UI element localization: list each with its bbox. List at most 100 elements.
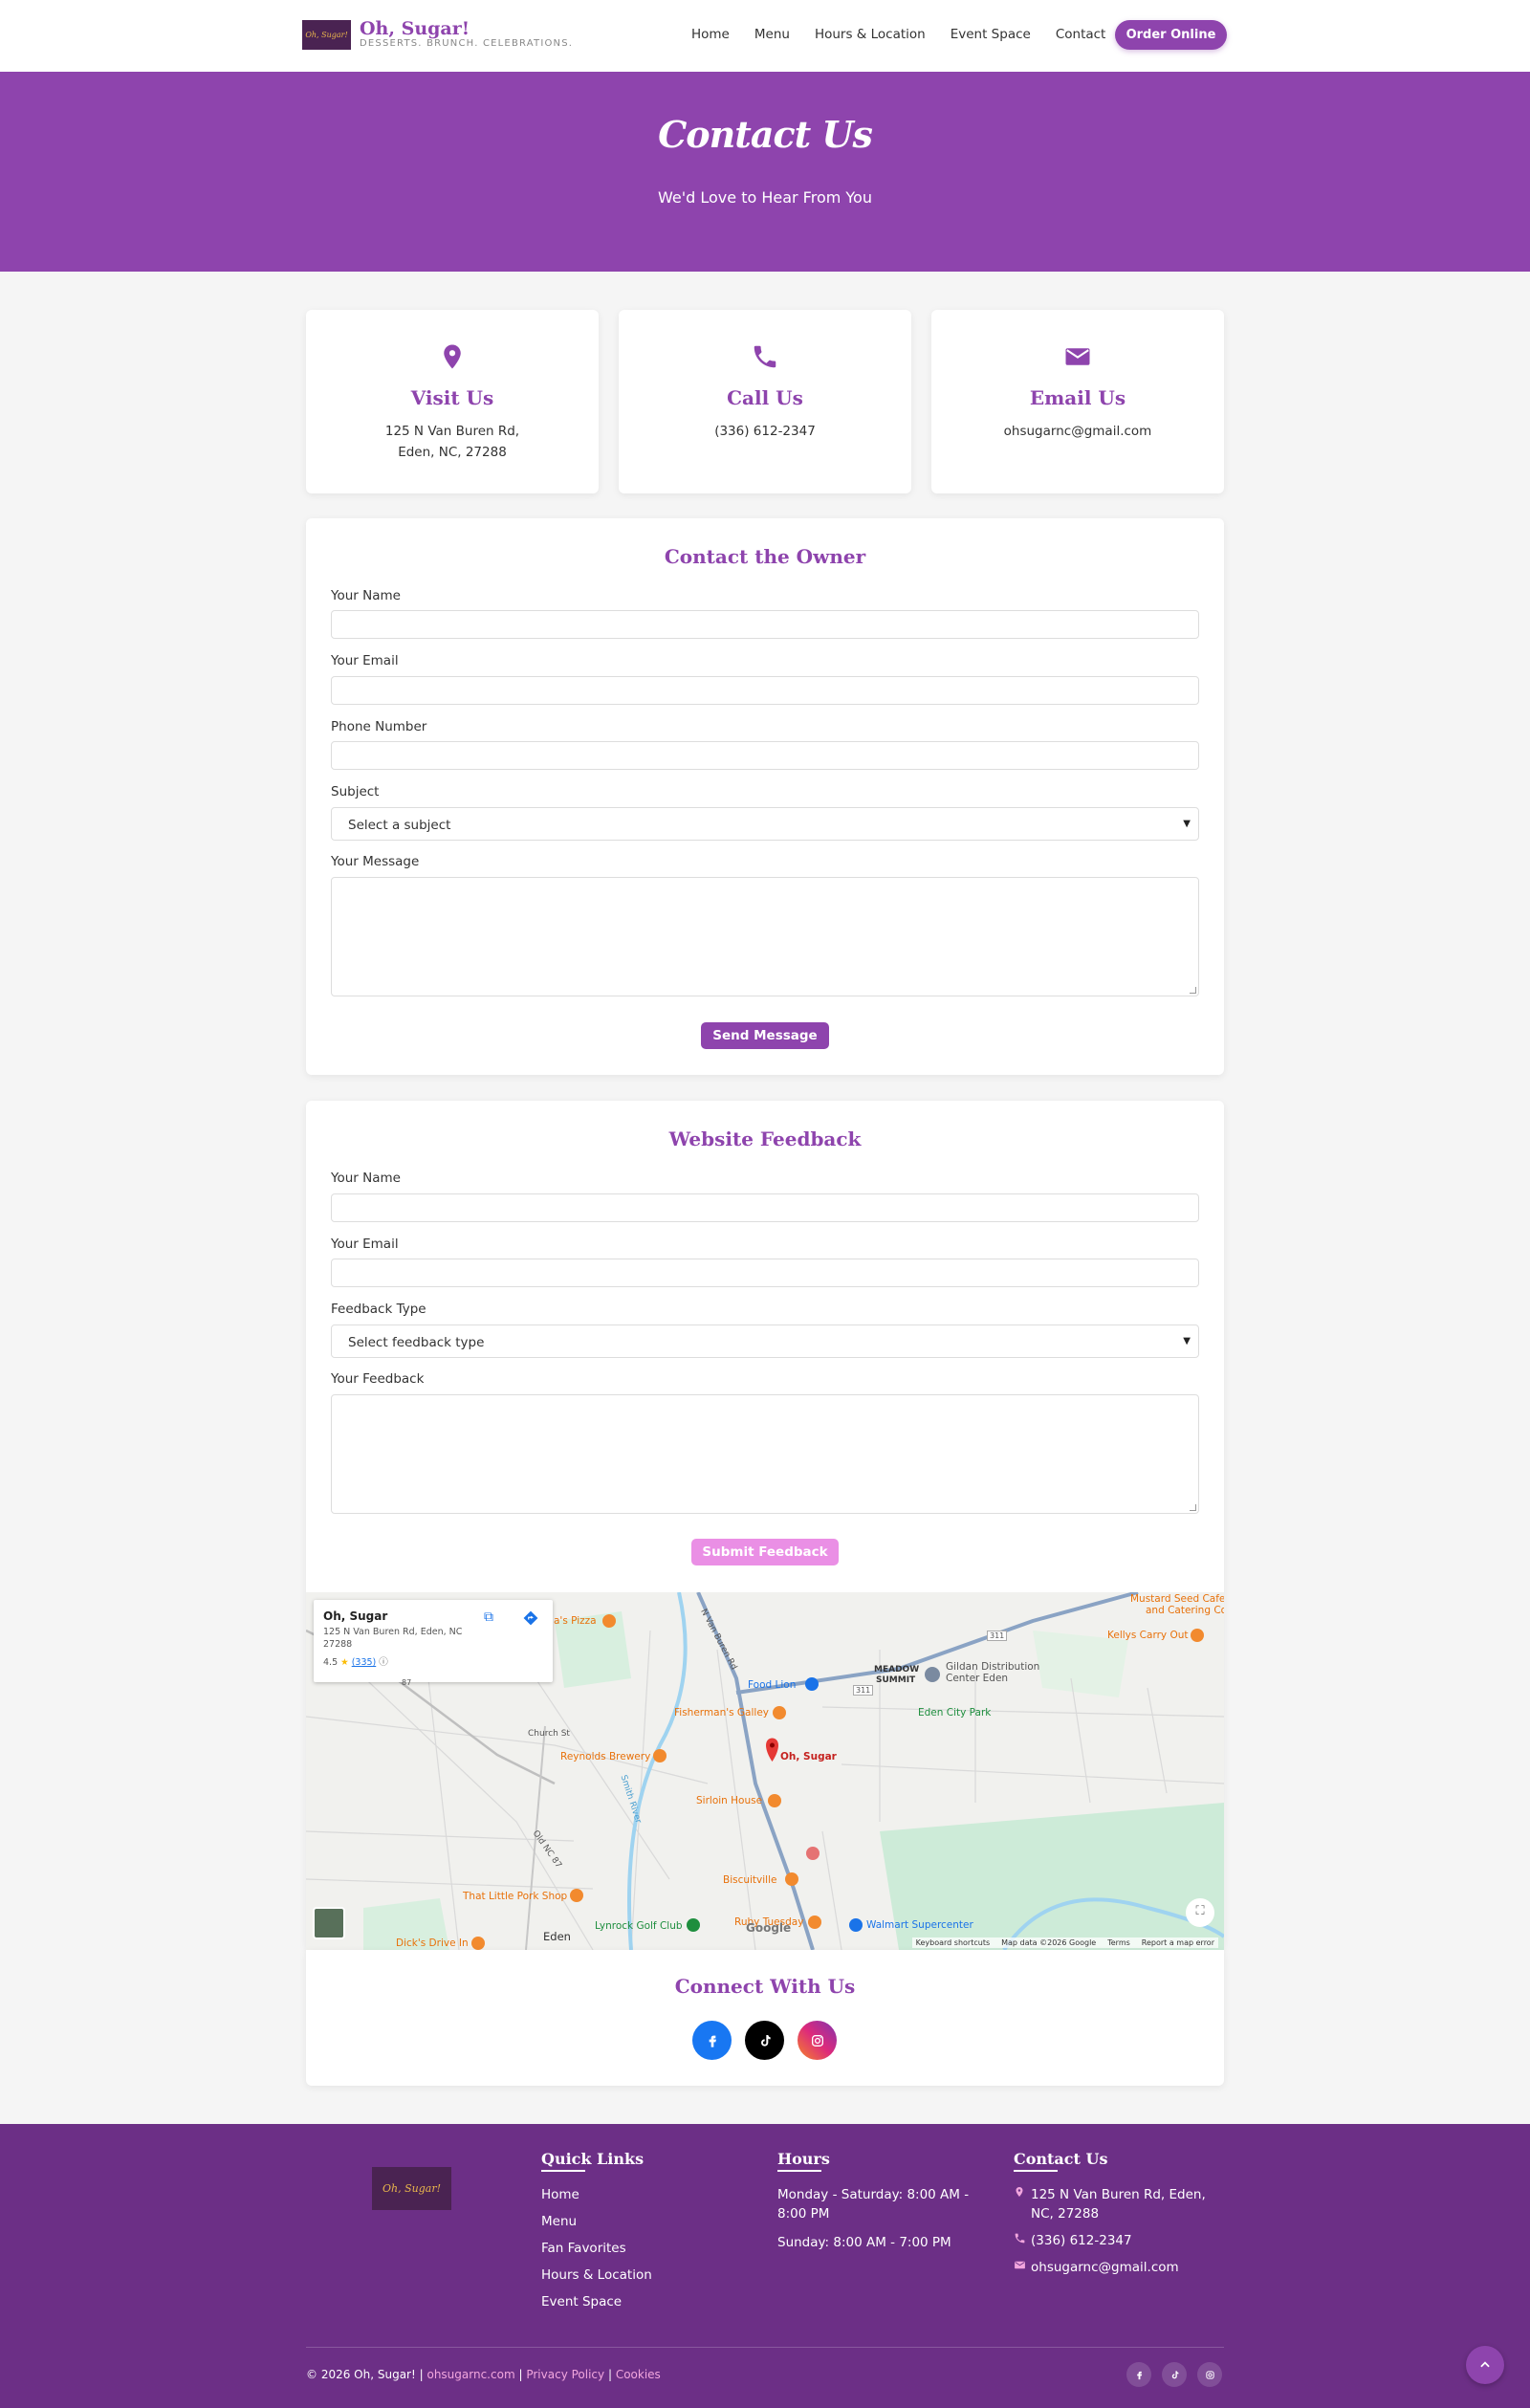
cookies-link[interactable]: Cookies: [616, 2368, 661, 2381]
footer-logo[interactable]: Oh, Sugar!: [372, 2167, 451, 2210]
email-us-title: Email Us: [1029, 386, 1126, 409]
footer-instagram-icon[interactable]: [1197, 2362, 1222, 2387]
route-shield-311: 311: [853, 1685, 874, 1696]
nav-hours-location[interactable]: Hours & Location: [815, 27, 926, 42]
open-in-maps-icon[interactable]: ⧉: [484, 1609, 503, 1629]
nav-home[interactable]: Home: [691, 27, 730, 42]
footer-link-home[interactable]: Home: [541, 2185, 652, 2204]
email-input[interactable]: [331, 676, 1199, 705]
fullscreen-icon[interactable]: ⛶: [1191, 1904, 1209, 1921]
back-to-top-button[interactable]: [1466, 2346, 1504, 2384]
call-us-phone[interactable]: (336) 612-2347: [714, 424, 816, 439]
privacy-policy-link[interactable]: Privacy Policy: [526, 2368, 604, 2381]
tiktok-icon[interactable]: [745, 2021, 784, 2060]
report-map-error-link[interactable]: Report a map error: [1142, 1938, 1214, 1947]
nav-event-space[interactable]: Event Space: [951, 27, 1031, 42]
place-name: Oh, Sugar: [323, 1609, 388, 1623]
hours-title: Hours: [777, 2150, 988, 2172]
map-label-walmart-supercenter[interactable]: Walmart Supercenter: [866, 1919, 973, 1931]
subject-label: Subject: [331, 784, 380, 799]
brand-name: Oh, Sugar!: [360, 18, 470, 39]
subject-select[interactable]: Select a subject ▼: [331, 807, 1199, 841]
message-label: Your Message: [331, 854, 420, 869]
terms-link[interactable]: Terms: [1107, 1938, 1130, 1947]
map-label-biscuitville[interactable]: Biscuitville: [723, 1874, 776, 1886]
send-message-button[interactable]: Send Message: [701, 1022, 829, 1049]
keyboard-shortcuts-link[interactable]: Keyboard shortcuts: [916, 1938, 990, 1947]
map-pin-label[interactable]: Oh, Sugar: [780, 1751, 837, 1762]
phone-input[interactable]: [331, 741, 1199, 770]
instagram-icon[interactable]: [798, 2021, 837, 2060]
info-icon[interactable]: ⓘ: [379, 1657, 388, 1668]
map-label-lynrock-golf-club[interactable]: Lynrock Golf Club: [595, 1920, 683, 1932]
map-label-sirloin-house[interactable]: Sirloin House: [696, 1795, 762, 1806]
google-map[interactable]: Oh, Sugar 125 N Van Buren Rd, Eden, NC 2…: [306, 1592, 1224, 1950]
route-shield-87: 87: [402, 1678, 412, 1687]
nav-menu[interactable]: Menu: [754, 27, 790, 42]
map-label-gildan[interactable]: Gildan Distribution: [946, 1661, 1039, 1673]
map-label-gildan-2: Center Eden: [946, 1673, 1009, 1684]
call-us-title: Call Us: [727, 386, 803, 409]
hero-banner: Contact Us We'd Love to Hear From You: [0, 72, 1530, 272]
review-count-link[interactable]: (335): [352, 1657, 377, 1668]
footer-phone[interactable]: (336) 612-2347: [1031, 2231, 1132, 2250]
map-label-pizza[interactable]: a's Pizza: [554, 1615, 597, 1627]
submit-feedback-button[interactable]: Submit Feedback: [691, 1539, 839, 1565]
nav-contact[interactable]: Contact: [1056, 27, 1106, 42]
map-label-meadow: MEADOW: [874, 1665, 920, 1675]
map-label-mustard-seed[interactable]: Mustard Seed Cafe: [1130, 1593, 1224, 1605]
page-subtitle: We'd Love to Hear From You: [658, 188, 872, 207]
chevron-down-icon: ▼: [1183, 819, 1191, 829]
footer-contact: Contact Us 125 N Van Buren Rd, Eden, NC,…: [1014, 2150, 1229, 2277]
feedback-textarea[interactable]: [331, 1394, 1199, 1514]
footer-tiktok-icon[interactable]: [1162, 2362, 1187, 2387]
footer-link-fan-favorites[interactable]: Fan Favorites: [541, 2239, 652, 2258]
connect-title: Connect With Us: [674, 1975, 856, 1998]
footer-email[interactable]: ohsugarnc@gmail.com: [1031, 2258, 1179, 2277]
map-label-food-lion[interactable]: Food Lion: [748, 1679, 796, 1691]
site-footer: Oh, Sugar! Quick Links Home Menu Fan Fav…: [0, 2124, 1530, 2408]
brand[interactable]: Oh, Sugar! Oh, Sugar! DESSERTS. BRUNCH. …: [302, 19, 573, 50]
map-type-toggle[interactable]: [314, 1908, 344, 1938]
facebook-icon[interactable]: [692, 2021, 732, 2060]
map-label-kellys-carry-out[interactable]: Kellys Carry Out: [1107, 1630, 1188, 1641]
separator: |: [607, 2368, 612, 2381]
email-us-address[interactable]: ohsugarnc@gmail.com: [1004, 424, 1152, 439]
location-pin-icon: [766, 1738, 778, 1762]
visit-us-card: Visit Us 125 N Van Buren Rd, Eden, NC, 27…: [306, 310, 599, 493]
envelope-icon: [1014, 2258, 1031, 2277]
footer-link-menu[interactable]: Menu: [541, 2212, 652, 2231]
order-online-button[interactable]: Order Online: [1115, 20, 1227, 50]
email-us-card: Email Us ohsugarnc@gmail.com: [931, 310, 1224, 493]
map-data-text: Map data ©2026 Google: [1001, 1938, 1097, 1947]
map-label-fishermans-galley[interactable]: Fisherman's Galley: [674, 1707, 769, 1718]
route-shield-311-b: 311: [987, 1631, 1008, 1641]
place-info-card: Oh, Sugar 125 N Van Buren Rd, Eden, NC 2…: [314, 1600, 553, 1682]
map-label-eden: Eden: [543, 1930, 571, 1943]
feedback-name-label: Your Name: [331, 1171, 401, 1186]
separator: |: [518, 2368, 523, 2381]
feedback-name-input[interactable]: [331, 1193, 1199, 1222]
footer-facebook-icon[interactable]: [1126, 2362, 1151, 2387]
map-label-eden-city-park[interactable]: Eden City Park: [918, 1707, 991, 1718]
logo-text: Oh, Sugar!: [305, 30, 348, 39]
map-label-dicks-drive-in[interactable]: Dick's Drive In: [396, 1937, 469, 1949]
directions-icon[interactable]: [522, 1609, 541, 1629]
domain-link[interactable]: ohsugarnc.com: [426, 2368, 514, 2381]
top-navbar: Oh, Sugar! Oh, Sugar! DESSERTS. BRUNCH. …: [0, 0, 1530, 72]
map-label-that-little-pork-shop[interactable]: That Little Pork Shop: [463, 1891, 567, 1902]
feedback-type-select[interactable]: Select feedback type ▼: [331, 1324, 1199, 1358]
main-nav: Home Menu Hours & Location Event Space C…: [691, 27, 1130, 42]
footer-link-hours-location[interactable]: Hours & Location: [541, 2266, 652, 2285]
name-input[interactable]: [331, 610, 1199, 639]
visit-us-line2: Eden, NC, 27288: [398, 445, 507, 460]
footer-link-event-space[interactable]: Event Space: [541, 2292, 652, 2311]
feedback-message-label: Your Feedback: [331, 1371, 425, 1387]
feedback-email-input[interactable]: [331, 1259, 1199, 1287]
footer-contact-title: Contact Us: [1014, 2150, 1229, 2172]
message-textarea[interactable]: [331, 877, 1199, 996]
map-label-summit: SUMMIT: [876, 1675, 916, 1685]
footer-divider: [306, 2347, 1224, 2348]
map-label-reynolds-brewery[interactable]: Reynolds Brewery: [560, 1751, 650, 1762]
footer-quick-links: Quick Links Home Menu Fan Favorites Hour…: [541, 2150, 652, 2311]
